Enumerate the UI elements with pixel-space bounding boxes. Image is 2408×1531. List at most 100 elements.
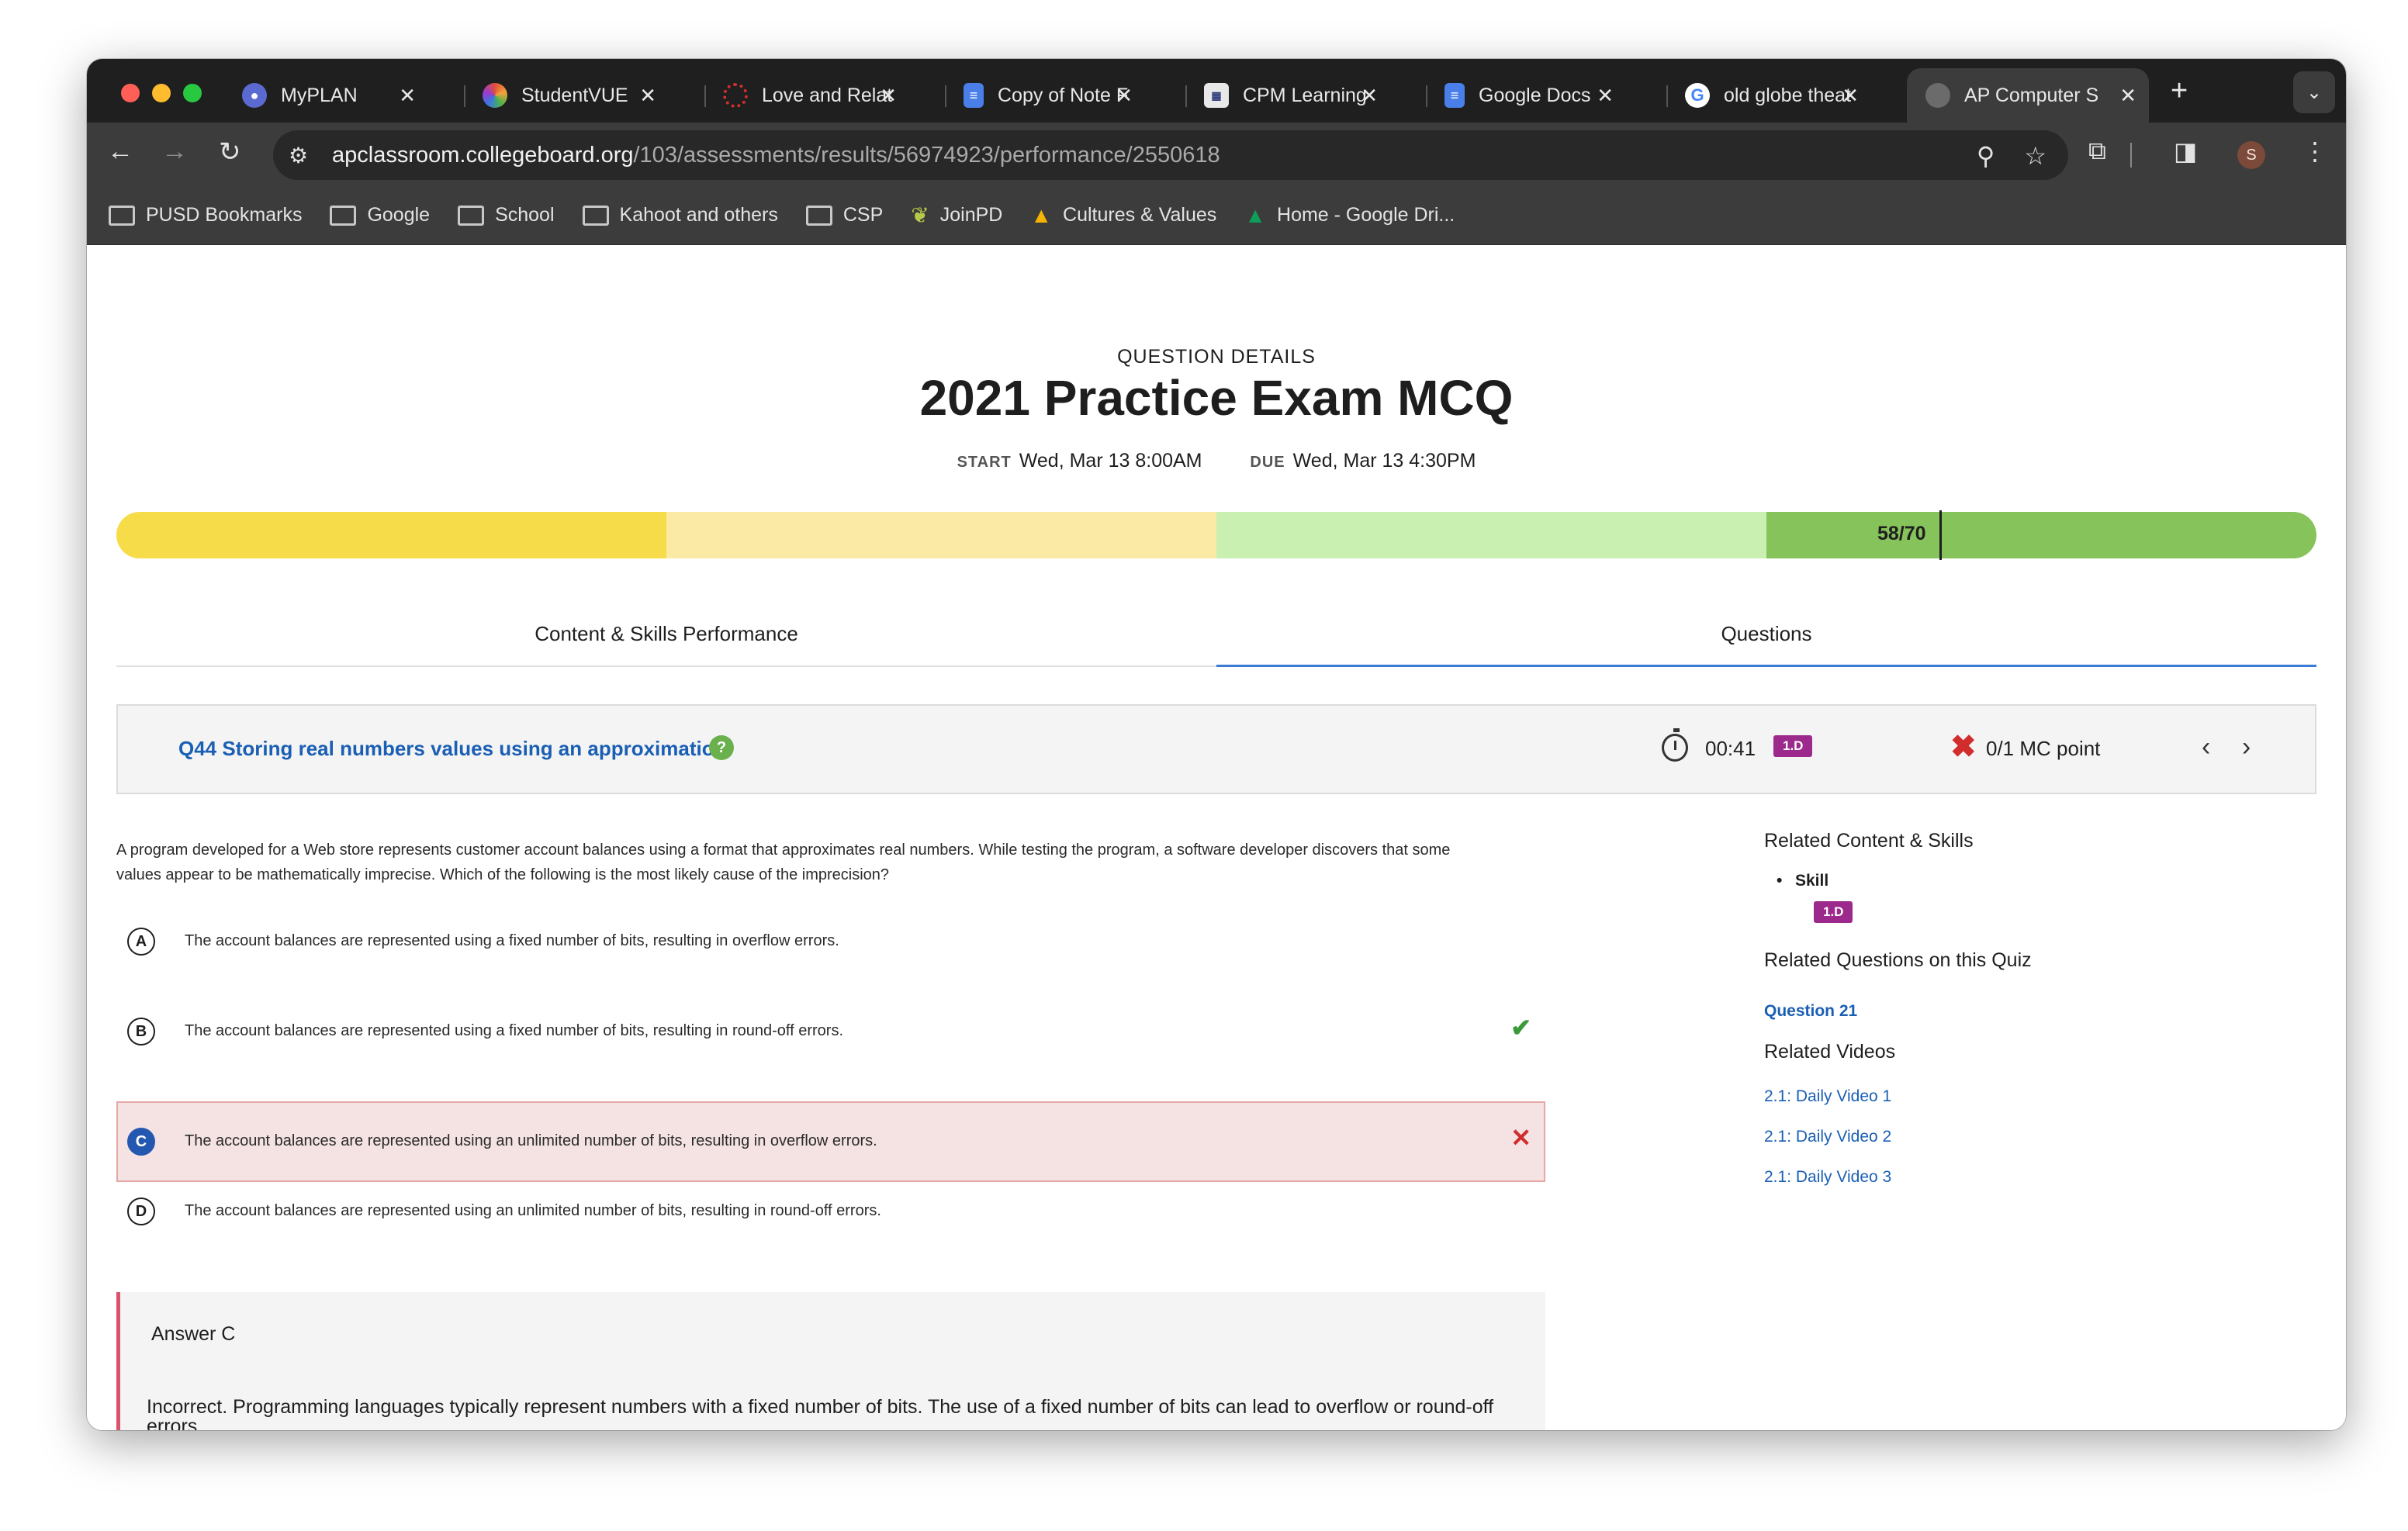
bookmark-google[interactable]: Google bbox=[330, 204, 430, 226]
close-tab-icon[interactable]: ✕ bbox=[1597, 84, 1614, 108]
forward-button[interactable]: → bbox=[161, 137, 188, 167]
due-label: DUE bbox=[1250, 454, 1285, 471]
browser-tab[interactable]: ≡ Copy of Note F ✕ bbox=[945, 68, 1145, 123]
pear-icon: ❦ bbox=[911, 203, 929, 227]
bookmark-kahoot[interactable]: Kahoot and others bbox=[582, 204, 778, 226]
help-icon[interactable]: ? bbox=[709, 735, 734, 760]
choice-text: The account balances are represented usi… bbox=[185, 1132, 877, 1149]
toolbar-divider bbox=[2130, 143, 2132, 168]
drive-icon: ▲ bbox=[1244, 202, 1267, 227]
globe-icon bbox=[1925, 83, 1950, 108]
browser-tab[interactable]: ● MyPLAN ✕ bbox=[223, 68, 428, 123]
score-band-1 bbox=[116, 512, 666, 558]
prev-question-button[interactable]: ‹ bbox=[2202, 732, 2210, 762]
score-marker bbox=[1939, 510, 1942, 560]
bookmark-cultures-values[interactable]: ▲ Cultures & Values bbox=[1030, 203, 1216, 228]
choice-letter: B bbox=[127, 1018, 155, 1045]
video-link[interactable]: 2.1: Daily Video 3 bbox=[1764, 1168, 1891, 1187]
menu-icon[interactable]: ⋮ bbox=[2302, 137, 2327, 166]
start-date: Wed, Mar 13 8:00AM bbox=[1019, 450, 1202, 472]
folder-icon bbox=[109, 205, 135, 226]
close-tab-icon[interactable]: ✕ bbox=[399, 84, 416, 108]
bookmark-pusd-bookmarks[interactable]: PUSD Bookmarks bbox=[109, 204, 302, 226]
side-panel-icon[interactable]: ◨ bbox=[2174, 137, 2197, 166]
extensions-icon[interactable]: ⧉ bbox=[2088, 137, 2106, 166]
start-label: START bbox=[957, 454, 1012, 471]
url-text[interactable]: apclassroom.collegeboard.org/103/assessm… bbox=[332, 143, 1220, 168]
close-window-button[interactable] bbox=[121, 84, 140, 102]
answer-title: Answer C bbox=[151, 1323, 236, 1345]
choice-c[interactable]: C The account balances are represented u… bbox=[116, 1101, 1545, 1182]
browser-tab[interactable]: ▦ CPM Learning ✕ bbox=[1185, 68, 1390, 123]
cpm-icon: ▦ bbox=[1204, 83, 1229, 108]
skill-label: Skill bbox=[1777, 872, 1828, 890]
skill-badge: 1.D bbox=[1773, 735, 1813, 757]
score-band-2 bbox=[666, 512, 1216, 558]
detail-tabs: Content & Skills Performance Questions bbox=[116, 603, 2316, 667]
question-title-link[interactable]: Q44 Storing real numbers values using an… bbox=[178, 737, 727, 761]
close-tab-icon[interactable]: ✕ bbox=[639, 84, 656, 108]
choice-letter-selected: C bbox=[127, 1128, 155, 1156]
close-tab-icon[interactable]: ✕ bbox=[1116, 84, 1133, 108]
back-button[interactable]: ← bbox=[107, 137, 133, 167]
choice-letter: A bbox=[127, 928, 155, 956]
browser-tab[interactable]: ≡ Google Docs ✕ bbox=[1426, 68, 1626, 123]
section-label: QUESTION DETAILS bbox=[1117, 346, 1316, 368]
close-tab-icon[interactable]: ✕ bbox=[1361, 84, 1378, 108]
site-settings-icon[interactable]: ⚙ bbox=[289, 143, 320, 168]
bookmark-star-icon[interactable]: ☆ bbox=[2024, 141, 2046, 171]
answer-text: Incorrect. Programming languages typical… bbox=[147, 1396, 1494, 1431]
tab-content-skills[interactable]: Content & Skills Performance bbox=[116, 603, 1216, 665]
bookmark-school[interactable]: School bbox=[458, 204, 555, 226]
related-videos-title: Related Videos bbox=[1764, 1041, 1896, 1063]
new-tab-button[interactable]: + bbox=[2171, 74, 2188, 108]
browser-tab[interactable]: Love and Relat ✕ bbox=[704, 68, 909, 123]
choice-a[interactable]: A The account balances are represented u… bbox=[116, 901, 1545, 982]
next-question-button[interactable]: › bbox=[2242, 732, 2251, 762]
browser-tab[interactable]: StudentVUE ✕ bbox=[464, 68, 669, 123]
close-tab-icon[interactable]: ✕ bbox=[1842, 84, 1859, 108]
question-header: Q44 Storing real numbers values using an… bbox=[116, 704, 2316, 794]
folder-icon bbox=[805, 205, 832, 226]
video-link[interactable]: 2.1: Daily Video 1 bbox=[1764, 1087, 1891, 1106]
minimize-window-button[interactable] bbox=[152, 84, 171, 102]
choice-d[interactable]: D The account balances are represented u… bbox=[116, 1171, 1545, 1252]
bookmark-google-drive[interactable]: ▲ Home - Google Dri... bbox=[1244, 203, 1455, 228]
profile-avatar[interactable]: S bbox=[2237, 141, 2265, 169]
bookmark-csp[interactable]: CSP bbox=[805, 204, 883, 226]
score-text: 58/70 bbox=[1877, 523, 1926, 544]
answer-explanation: Answer C Incorrect. Programming language… bbox=[116, 1292, 1545, 1430]
close-tab-icon[interactable]: ✕ bbox=[2119, 84, 2136, 108]
related-questions-title: Related Questions on this Quiz bbox=[1764, 949, 2032, 971]
love-relat-icon bbox=[723, 83, 748, 108]
address-bar[interactable]: ⚙ apclassroom.collegeboard.org/103/asses… bbox=[273, 130, 2068, 180]
browser-tab[interactable]: G old globe theat ✕ bbox=[1666, 68, 1871, 123]
folder-icon bbox=[582, 205, 609, 226]
window-controls bbox=[121, 84, 202, 102]
checkmark-icon: ✔ bbox=[1510, 1014, 1531, 1042]
stopwatch-icon bbox=[1662, 728, 1688, 762]
maximize-window-button[interactable] bbox=[183, 84, 202, 102]
reload-button[interactable]: ↻ bbox=[219, 137, 241, 168]
score-band-4 bbox=[1766, 512, 2316, 558]
zoom-icon[interactable]: ⚲ bbox=[1977, 141, 1995, 171]
score-band-3 bbox=[1216, 512, 1766, 558]
bookmark-joinpd[interactable]: ❦ JoinPD bbox=[911, 202, 1002, 228]
browser-tab-active[interactable]: AP Computer S ✕ bbox=[1907, 68, 2149, 123]
related-question-link[interactable]: Question 21 bbox=[1764, 1002, 1857, 1021]
video-link[interactable]: 2.1: Daily Video 2 bbox=[1764, 1128, 1891, 1146]
address-bar-actions: ⚲ ☆ bbox=[1977, 141, 2046, 171]
close-tab-icon[interactable]: ✕ bbox=[880, 84, 897, 108]
x-mark-icon: ✖ bbox=[1950, 730, 1977, 764]
browser-toolbar: ← → ↻ ⚙ apclassroom.collegeboard.org/103… bbox=[87, 123, 2346, 186]
tab-questions[interactable]: Questions bbox=[1216, 603, 2316, 667]
related-content-title: Related Content & Skills bbox=[1764, 830, 1974, 852]
choice-b[interactable]: B The account balances are represented u… bbox=[116, 991, 1545, 1072]
score-progress-bar bbox=[116, 512, 2316, 558]
choice-letter: D bbox=[127, 1197, 155, 1225]
tab-search-button[interactable]: ⌄ bbox=[2293, 71, 2335, 113]
page-content: QUESTION DETAILS 2021 Practice Exam MCQ … bbox=[87, 245, 2346, 1430]
skill-badge: 1.D bbox=[1814, 901, 1853, 923]
points-text: 0/1 MC point bbox=[1986, 737, 2101, 760]
bookmarks-bar: PUSD Bookmarks Google School Kahoot and … bbox=[87, 186, 2346, 245]
